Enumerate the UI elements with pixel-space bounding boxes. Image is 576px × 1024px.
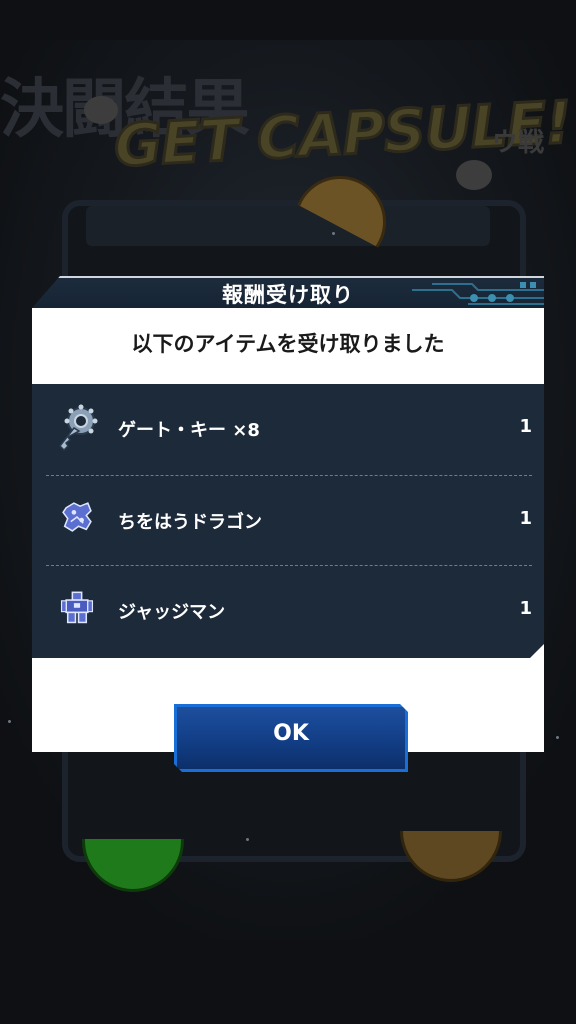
reward-item-name: ちをはうドラゴン: [118, 512, 262, 533]
reward-item-quantity: 1: [519, 508, 532, 529]
banner-side-text: ウ戦: [492, 128, 545, 158]
gate-key-icon: [54, 402, 98, 454]
reward-dialog: 報酬受け取り 以下のアイテムを受け取りました ゲート・キー ×8 1 ちをはうド…: [32, 276, 544, 752]
dialog-message: 以下のアイテムを受け取りました: [131, 332, 445, 356]
reward-item-row: ジャッジマン 1: [46, 566, 532, 655]
dialog-header: 報酬受け取り: [32, 276, 544, 308]
reward-item-row: ゲート・キー ×8 1: [46, 384, 532, 473]
reward-item-name: ゲート・キー ×8: [118, 420, 260, 441]
judgeman-sprite-icon: [60, 590, 94, 624]
ok-button[interactable]: OK: [174, 704, 408, 772]
reward-item-row: ちをはうドラゴン 1: [46, 476, 532, 565]
dragon-sprite-icon: [60, 500, 94, 534]
sparkle: [8, 720, 11, 723]
smoke-puff: [456, 160, 492, 190]
reward-item-quantity: 1: [519, 598, 532, 619]
reward-item-name: ジャッジマン: [118, 602, 226, 623]
ok-button-label: OK: [273, 721, 309, 746]
sparkle: [246, 838, 249, 841]
reward-list: ゲート・キー ×8 1 ちをはうドラゴン 1 ジャッジマン 1: [32, 384, 544, 658]
sparkle: [556, 736, 559, 739]
sparkle: [332, 232, 335, 235]
smoke-puff: [84, 96, 118, 124]
dialog-title: 報酬受け取り: [222, 283, 354, 307]
reward-item-quantity: 1: [519, 416, 532, 437]
capsule-machine-top: [86, 206, 490, 246]
dialog-body: 以下のアイテムを受け取りました ゲート・キー ×8 1 ちをはうドラゴン 1 ジ…: [32, 308, 544, 752]
